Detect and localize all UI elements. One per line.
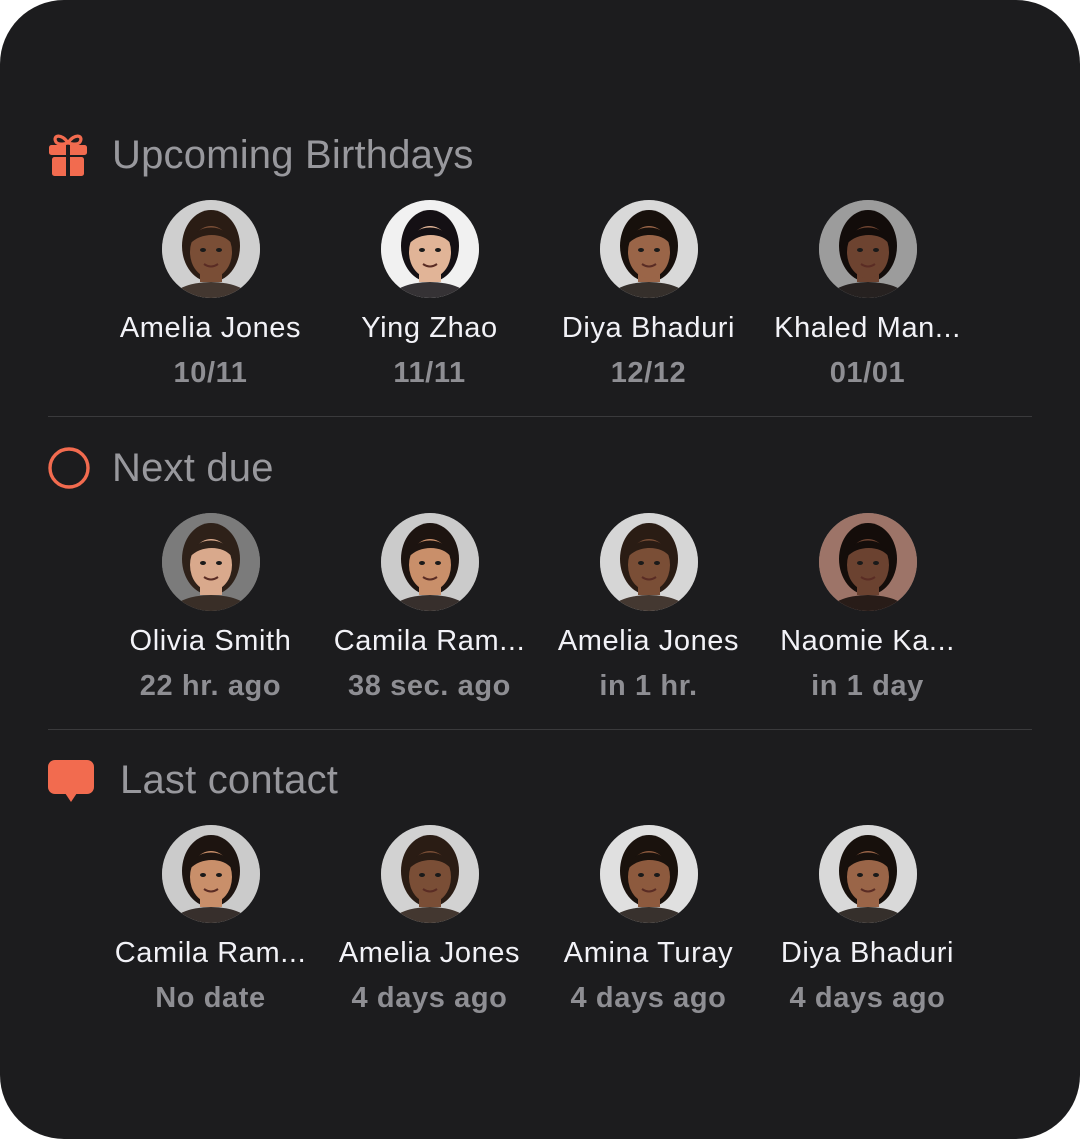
person-name: Camila Ram... bbox=[114, 937, 307, 969]
avatar bbox=[380, 825, 479, 923]
person-detail: in 1 day bbox=[811, 670, 924, 702]
section-title: Next due bbox=[112, 445, 274, 490]
person-tile[interactable]: Naomie Ka... in 1 day bbox=[758, 513, 977, 703]
avatar bbox=[818, 200, 917, 298]
section-title: Last contact bbox=[120, 757, 339, 802]
person-name: Amina Turay bbox=[563, 937, 734, 969]
person-tile[interactable]: Diya Bhaduri 4 days ago bbox=[758, 825, 977, 1015]
person-name: Diya Bhaduri bbox=[561, 312, 736, 344]
person-tile[interactable]: Amelia Jones 10/11 bbox=[101, 200, 320, 390]
person-name: Diya Bhaduri bbox=[780, 937, 955, 969]
person-tile[interactable]: Amelia Jones in 1 hr. bbox=[539, 513, 758, 703]
person-name: Naomie Ka... bbox=[780, 625, 955, 657]
person-tile[interactable]: Khaled Man... 01/01 bbox=[758, 200, 977, 390]
person-tile[interactable]: Amina Turay 4 days ago bbox=[539, 825, 758, 1015]
person-detail: 01/01 bbox=[829, 357, 906, 389]
person-detail: 22 hr. ago bbox=[139, 670, 282, 702]
person-tile[interactable]: Camila Ram... No date bbox=[101, 825, 320, 1015]
avatar bbox=[599, 513, 698, 611]
person-detail: 12/12 bbox=[610, 357, 687, 389]
chat-bubble-icon bbox=[48, 757, 94, 803]
person-name: Amelia Jones bbox=[119, 312, 302, 344]
person-tile[interactable]: Diya Bhaduri 12/12 bbox=[539, 200, 758, 390]
section-header: Last contact bbox=[48, 755, 338, 805]
person-tile[interactable]: Olivia Smith 22 hr. ago bbox=[101, 513, 320, 703]
person-name: Amelia Jones bbox=[557, 625, 740, 657]
person-detail: 4 days ago bbox=[789, 982, 946, 1014]
people-row: Amelia Jones 10/11 Ying Zhao 11/11 Diya Bhad… bbox=[101, 200, 981, 400]
section-title: Upcoming Birthdays bbox=[112, 132, 474, 177]
avatar bbox=[599, 825, 698, 923]
avatar bbox=[818, 825, 917, 923]
people-row: Olivia Smith 22 hr. ago Camila Ram... 38 se… bbox=[101, 513, 981, 713]
person-name: Khaled Man... bbox=[774, 312, 961, 344]
avatar bbox=[161, 513, 260, 611]
person-detail: No date bbox=[155, 982, 266, 1014]
person-detail: 4 days ago bbox=[351, 982, 508, 1014]
person-tile[interactable]: Camila Ram... 38 sec. ago bbox=[320, 513, 539, 703]
contacts-widget: Upcoming Birthdays Amelia Jones 10/11 Ying… bbox=[0, 0, 1080, 1139]
avatar bbox=[161, 200, 260, 298]
person-detail: 11/11 bbox=[393, 357, 466, 389]
person-name: Olivia Smith bbox=[129, 625, 292, 657]
person-tile[interactable]: Amelia Jones 4 days ago bbox=[320, 825, 539, 1015]
avatar bbox=[818, 513, 917, 611]
divider bbox=[48, 729, 1032, 730]
gift-icon bbox=[48, 132, 94, 178]
person-name: Ying Zhao bbox=[361, 312, 498, 344]
avatar bbox=[380, 513, 479, 611]
section-header: Next due bbox=[48, 443, 274, 493]
section-header: Upcoming Birthdays bbox=[48, 130, 474, 180]
avatar bbox=[161, 825, 260, 923]
person-detail: 4 days ago bbox=[570, 982, 727, 1014]
person-tile[interactable]: Ying Zhao 11/11 bbox=[320, 200, 539, 390]
people-row: Camila Ram... No date Amelia Jones 4 days a… bbox=[101, 825, 981, 1025]
circle-icon bbox=[48, 445, 94, 491]
avatar bbox=[599, 200, 698, 298]
person-detail: in 1 hr. bbox=[599, 670, 698, 702]
person-detail: 10/11 bbox=[173, 357, 248, 389]
person-name: Amelia Jones bbox=[338, 937, 521, 969]
avatar bbox=[380, 200, 479, 298]
person-detail: 38 sec. ago bbox=[348, 670, 511, 702]
divider bbox=[48, 416, 1032, 417]
person-name: Camila Ram... bbox=[333, 625, 526, 657]
